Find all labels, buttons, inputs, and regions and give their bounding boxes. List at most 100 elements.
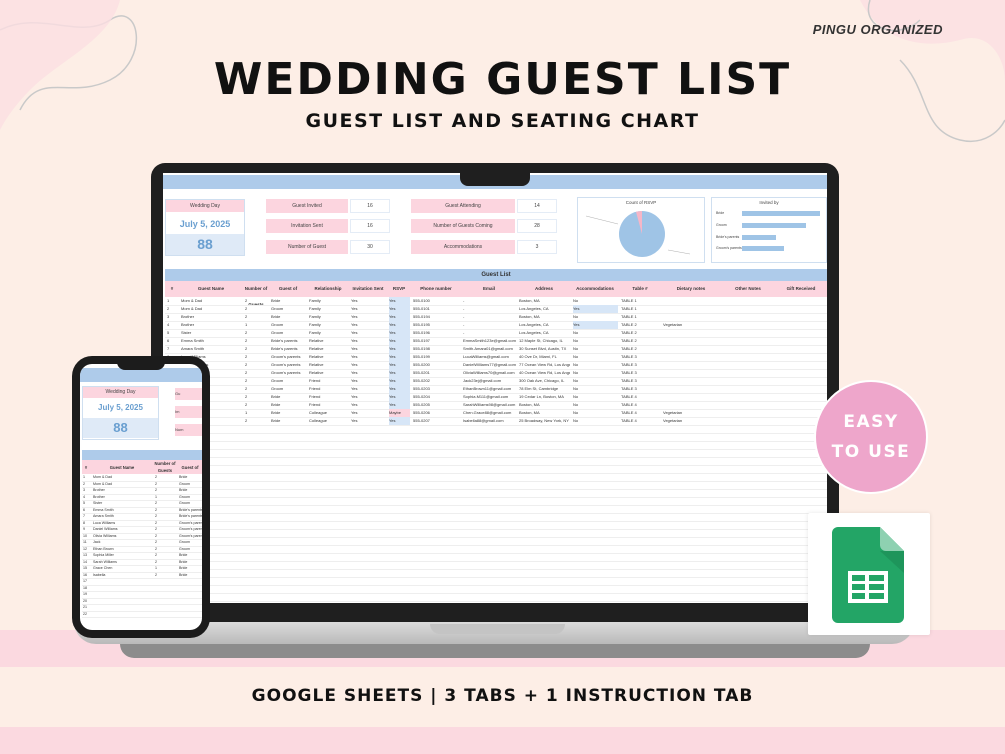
table-cell[interactable]: Yes: [351, 369, 386, 377]
table-cell[interactable]: Relative: [309, 361, 348, 369]
table-cell[interactable]: Yes: [389, 337, 410, 345]
table-cell[interactable]: Groom: [271, 377, 306, 385]
table-cell[interactable]: 300 Oak Ave, Chicago, IL: [519, 377, 570, 385]
table-cell[interactable]: Yes: [351, 329, 386, 337]
table-cell[interactable]: Smith.Amara01@gmail.com: [463, 345, 516, 353]
table-cell[interactable]: Maybe: [389, 409, 410, 417]
table-cell[interactable]: TABLE 3: [621, 353, 660, 361]
col-guest-of[interactable]: Guest of: [178, 464, 202, 471]
table-cell[interactable]: TABLE 1: [621, 313, 660, 321]
col-email[interactable]: Email: [461, 281, 517, 297]
table-cell[interactable]: 555-0204: [413, 393, 460, 401]
table-cell[interactable]: No: [573, 353, 618, 361]
table-cell[interactable]: 19 Cedar Ln, Boston, MA: [519, 393, 570, 401]
stat-value[interactable]: 30: [350, 240, 390, 254]
table-cell[interactable]: -: [463, 313, 516, 321]
col-dietary[interactable]: Dietary notes: [661, 281, 721, 297]
table-cell[interactable]: No: [573, 345, 618, 353]
table-cell[interactable]: 2: [245, 361, 268, 369]
table-cell[interactable]: Bride: [271, 297, 306, 305]
table-cell[interactable]: 555-0196: [413, 329, 460, 337]
table-cell[interactable]: 2: [245, 401, 268, 409]
col-address[interactable]: Address: [517, 281, 571, 297]
table-cell[interactable]: 1: [245, 321, 268, 329]
table-cell[interactable]: 2: [245, 377, 268, 385]
table-cell[interactable]: TABLE 2: [621, 345, 660, 353]
table-cell[interactable]: LucaWilliams@gmail.com: [463, 353, 516, 361]
col-phone[interactable]: Phone number: [411, 281, 461, 297]
table-cell[interactable]: Yes: [389, 305, 410, 313]
table-cell[interactable]: Yes: [389, 361, 410, 369]
table-cell[interactable]: Bride's parents: [271, 337, 306, 345]
table-cell[interactable]: Los Angeles, CA: [519, 321, 570, 329]
table-cell[interactable]: Yes: [389, 321, 410, 329]
table-cell[interactable]: Yes: [351, 345, 386, 353]
stat-value[interactable]: 16: [350, 199, 390, 213]
table-cell[interactable]: No: [573, 329, 618, 337]
table-cell[interactable]: Family: [309, 297, 348, 305]
col-guest-name[interactable]: Guest Name: [92, 464, 152, 471]
table-cell[interactable]: Bride: [271, 313, 306, 321]
table-cell[interactable]: 2: [245, 297, 268, 305]
table-cell[interactable]: No: [573, 361, 618, 369]
table-cell[interactable]: 40 Ove Dr, Miami, FL: [519, 353, 570, 361]
table-cell[interactable]: Yes: [573, 305, 618, 313]
table-cell[interactable]: TABLE 2: [621, 337, 660, 345]
table-cell[interactable]: TABLE 4: [621, 401, 660, 409]
table-row[interactable]: 22: [82, 611, 202, 618]
table-cell[interactable]: Yes: [389, 417, 410, 425]
table-cell[interactable]: Yes: [351, 313, 386, 321]
table-cell[interactable]: 5: [167, 329, 178, 337]
table-cell[interactable]: Relative: [309, 369, 348, 377]
table-cell[interactable]: 1: [167, 297, 178, 305]
table-cell[interactable]: Groom: [271, 329, 306, 337]
col-guest-name[interactable]: Guest Name: [179, 281, 243, 297]
table-cell[interactable]: Yes: [351, 417, 386, 425]
table-cell[interactable]: 555-0203: [413, 385, 460, 393]
stat-value[interactable]: 16: [350, 219, 390, 233]
table-cell[interactable]: 22: [83, 611, 90, 618]
table-cell[interactable]: Brother: [181, 313, 242, 321]
table-cell[interactable]: Yes: [389, 385, 410, 393]
table-cell[interactable]: Colleague: [309, 409, 348, 417]
col-relationship[interactable]: Relationship: [307, 281, 349, 297]
table-cell[interactable]: -: [463, 329, 516, 337]
table-cell[interactable]: SarahWilliams98@gmail.com: [463, 401, 516, 409]
table-cell[interactable]: TABLE 4: [621, 409, 660, 417]
table-cell[interactable]: TABLE 1: [621, 297, 660, 305]
table-cell[interactable]: Bride: [271, 417, 306, 425]
table-cell[interactable]: Groom: [271, 321, 306, 329]
table-cell[interactable]: Boston, MA: [519, 401, 570, 409]
table-cell[interactable]: Brother: [181, 321, 242, 329]
table-cell[interactable]: Bride: [271, 401, 306, 409]
col-table[interactable]: Table #: [619, 281, 661, 297]
table-cell[interactable]: Los Angeles, CA: [519, 329, 570, 337]
table-cell[interactable]: 30 Sunset Blvd, Austin, TX: [519, 345, 570, 353]
table-cell[interactable]: Yes: [351, 297, 386, 305]
table-cell[interactable]: 2: [245, 345, 268, 353]
table-cell[interactable]: Relative: [309, 345, 348, 353]
table-cell[interactable]: Groom's parents: [271, 353, 306, 361]
table-cell[interactable]: Yes: [389, 329, 410, 337]
table-cell[interactable]: No: [573, 393, 618, 401]
table-cell[interactable]: Boston, MA: [519, 409, 570, 417]
table-cell[interactable]: Yes: [351, 337, 386, 345]
table-cell[interactable]: Yes: [389, 313, 410, 321]
table-cell[interactable]: EmmaSmith123e@gmail.com: [463, 337, 516, 345]
table-cell[interactable]: Los Angeles, CA: [519, 305, 570, 313]
table-cell[interactable]: Bride: [271, 393, 306, 401]
col-other-notes[interactable]: Other Notes: [721, 281, 775, 297]
table-cell[interactable]: Friend: [309, 385, 348, 393]
table-cell[interactable]: No: [573, 337, 618, 345]
table-cell[interactable]: Mom & Dad: [181, 305, 242, 313]
table-cell[interactable]: OliviaWilliams70@gmail.com: [463, 369, 516, 377]
table-cell[interactable]: 555-0199: [413, 353, 460, 361]
table-cell[interactable]: No: [573, 297, 618, 305]
table-cell[interactable]: 555-0206: [413, 409, 460, 417]
table-cell[interactable]: Yes: [351, 393, 386, 401]
table-cell[interactable]: Family: [309, 313, 348, 321]
table-cell[interactable]: Family: [309, 329, 348, 337]
col-invitation-sent[interactable]: Invitation Sent: [349, 281, 387, 297]
table-cell[interactable]: No: [573, 377, 618, 385]
table-cell[interactable]: 555-0201: [413, 369, 460, 377]
